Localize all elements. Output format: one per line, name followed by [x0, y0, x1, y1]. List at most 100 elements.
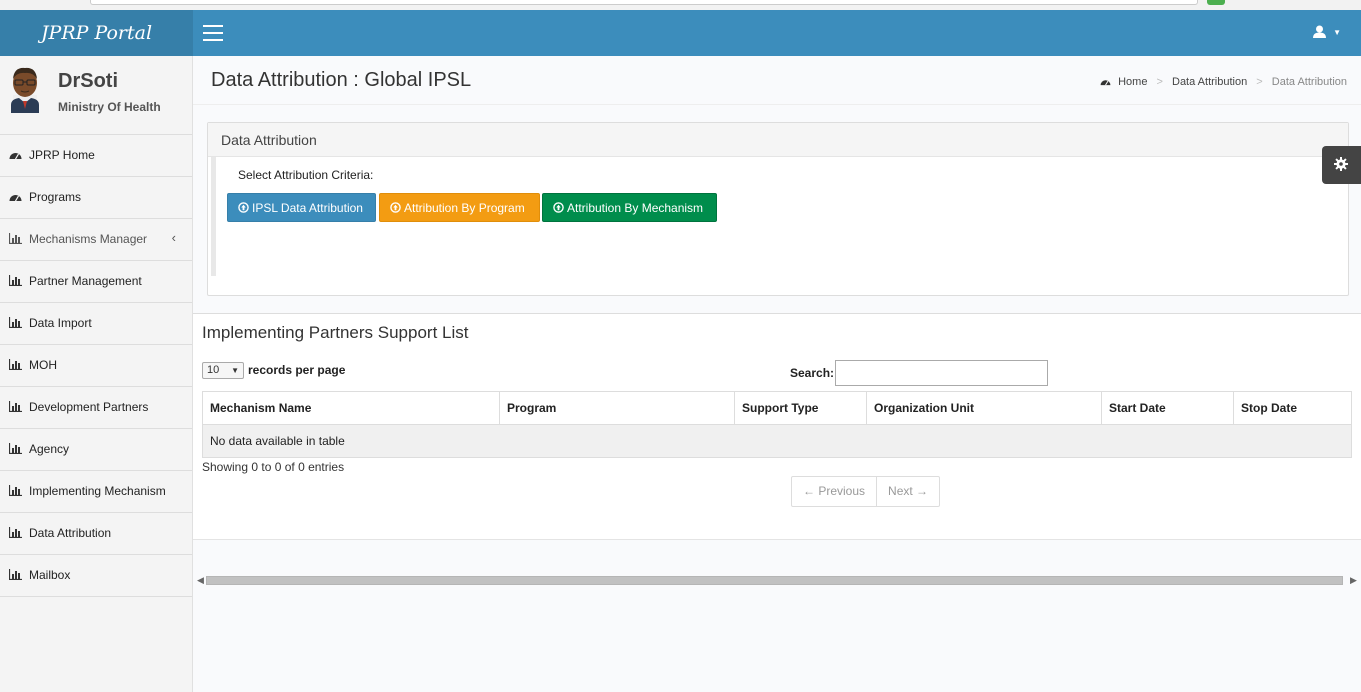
ipsl-data-attribution-button[interactable]: IPSL Data Attribution — [227, 193, 376, 222]
sidebar: DrSoti Ministry Of Health JPRP Home Prog… — [0, 56, 193, 692]
user-panel: DrSoti Ministry Of Health — [0, 56, 192, 135]
column-header-start-date[interactable]: Start Date — [1101, 391, 1234, 425]
sidebar-item-label: Data Attribution — [29, 526, 112, 540]
breadcrumb: Home > Data Attribution > Data Attributi… — [1100, 76, 1347, 88]
search-input[interactable] — [835, 360, 1048, 386]
sidebar-item-mailbox[interactable]: Mailbox — [0, 555, 192, 597]
top-navbar: ▼ — [193, 10, 1361, 56]
scroll-right-icon[interactable]: ▶ — [1350, 575, 1357, 586]
sidebar-item-mechanisms-manager[interactable]: Mechanisms Manager ‹ — [0, 219, 192, 261]
caret-down-icon: ▼ — [1333, 28, 1341, 37]
horizontal-scrollbar[interactable]: ◀ ▶ — [193, 572, 1361, 589]
sidebar-item-moh[interactable]: MOH — [0, 345, 192, 387]
box-header: Data Attribution — [208, 123, 1348, 157]
user-name: DrSoti — [58, 70, 118, 92]
bar-chart-icon — [9, 527, 22, 538]
chevron-left-icon[interactable]: ‹ — [172, 230, 176, 245]
user-menu-button[interactable]: ▼ — [1313, 23, 1341, 39]
scroll-left-icon[interactable]: ◀ — [197, 575, 204, 586]
app-logo[interactable]: JPRP Portal — [0, 10, 193, 56]
page-length-label: records per page — [248, 363, 346, 377]
content-header: Data Attribution : Global IPSL Home > Da… — [193, 56, 1361, 105]
button-label: IPSL Data Attribution — [252, 201, 363, 215]
sidebar-item-label: Partner Management — [29, 274, 142, 288]
settings-gear-button[interactable] — [1322, 146, 1361, 184]
bar-chart-icon — [9, 359, 22, 370]
section-title: Implementing Partners Support List — [202, 323, 469, 342]
extension-icon[interactable] — [1207, 0, 1225, 5]
address-bar[interactable] — [90, 0, 1198, 5]
attribution-box: Data Attribution Select Attribution Crit… — [207, 122, 1349, 296]
arrow-circle-up-icon — [390, 202, 401, 213]
button-label: Attribution By Program — [404, 201, 525, 215]
button-label: Attribution By Mechanism — [567, 201, 704, 215]
next-page-button[interactable]: Next → — [876, 477, 939, 506]
sidebar-item-implementing-mechanism[interactable]: Implementing Mechanism — [0, 471, 192, 513]
sidebar-menu: JPRP Home Programs Mechanisms Manager ‹ … — [0, 135, 192, 597]
dropdown-arrow-icon: ▼ — [231, 366, 239, 375]
bar-chart-icon — [9, 443, 22, 454]
user-icon — [1313, 25, 1327, 39]
sidebar-item-label: Agency — [29, 442, 70, 456]
bar-chart-icon — [9, 401, 22, 412]
table-row: No data available in table — [202, 424, 1352, 458]
breadcrumb-separator: > — [1256, 76, 1263, 88]
support-table: Mechanism Name Program Support Type Orga… — [202, 391, 1352, 458]
avatar — [11, 67, 39, 113]
sidebar-item-label: Mailbox — [29, 568, 71, 582]
sidebar-item-label: Mechanisms Manager — [29, 232, 148, 246]
sidebar-item-label: Programs — [29, 190, 82, 204]
sidebar-item-data-import[interactable]: Data Import — [0, 303, 192, 345]
breadcrumb-current: Data Attribution — [1271, 76, 1347, 88]
sidebar-item-agency[interactable]: Agency — [0, 429, 192, 471]
criteria-label: Select Attribution Criteria: — [238, 168, 374, 182]
empty-table-message: No data available in table — [202, 424, 1352, 458]
bar-chart-icon — [9, 233, 22, 244]
sidebar-toggle-icon[interactable] — [203, 25, 223, 41]
gear-icon — [1334, 157, 1348, 171]
content-wrapper: Data Attribution : Global IPSL Home > Da… — [193, 56, 1361, 692]
attribution-by-program-button[interactable]: Attribution By Program — [379, 193, 540, 222]
bar-chart-icon — [9, 485, 22, 496]
search-label: Search: — [790, 366, 835, 380]
box-title: Data Attribution — [221, 132, 317, 148]
page-title: Data Attribution : Global IPSL — [211, 69, 472, 91]
breadcrumb-home-link[interactable]: Home — [1118, 76, 1147, 88]
dashboard-icon — [9, 153, 22, 160]
sidebar-item-label: Development Partners — [29, 400, 149, 414]
arrow-circle-up-icon — [553, 202, 564, 213]
page-length-select[interactable]: 10 ▼ — [202, 362, 244, 379]
column-header-mechanism-name[interactable]: Mechanism Name — [202, 391, 500, 425]
table-header-row: Mechanism Name Program Support Type Orga… — [202, 391, 1352, 425]
previous-page-button[interactable]: ← Previous — [792, 477, 876, 506]
column-header-organization-unit[interactable]: Organization Unit — [866, 391, 1102, 425]
sidebar-item-data-attribution[interactable]: Data Attribution — [0, 513, 192, 555]
bar-chart-icon — [9, 275, 22, 286]
arrow-circle-up-icon — [238, 202, 249, 213]
support-list-panel: Implementing Partners Support List 10 ▼ … — [193, 313, 1361, 540]
sidebar-item-label: Implementing Mechanism — [29, 484, 166, 498]
dashboard-icon — [9, 195, 22, 202]
user-organization: Ministry Of Health — [58, 100, 161, 114]
box-body: Select Attribution Criteria: IPSL Data A… — [211, 157, 1351, 276]
sidebar-item-label: MOH — [29, 358, 57, 372]
breadcrumb-section-link[interactable]: Data Attribution — [1172, 76, 1247, 88]
sidebar-item-development-partners[interactable]: Development Partners — [0, 387, 192, 429]
scrollbar-thumb[interactable] — [206, 576, 1343, 585]
sidebar-item-programs[interactable]: Programs — [0, 177, 192, 219]
breadcrumb-separator: > — [1156, 76, 1163, 88]
main-header: JPRP Portal ▼ — [0, 10, 1361, 56]
table-info: Showing 0 to 0 of 0 entries — [202, 460, 345, 474]
attribution-by-mechanism-button[interactable]: Attribution By Mechanism — [542, 193, 717, 222]
dashboard-icon — [1100, 80, 1111, 86]
column-header-program[interactable]: Program — [499, 391, 735, 425]
sidebar-item-partner-management[interactable]: Partner Management — [0, 261, 192, 303]
sidebar-item-label: JPRP Home — [29, 148, 95, 162]
column-header-stop-date[interactable]: Stop Date — [1233, 391, 1352, 425]
pagination: ← Previous Next → — [791, 476, 941, 507]
bar-chart-icon — [9, 317, 22, 328]
sidebar-item-jprp-home[interactable]: JPRP Home — [0, 135, 192, 177]
column-header-support-type[interactable]: Support Type — [734, 391, 867, 425]
sidebar-item-label: Data Import — [29, 316, 92, 330]
page-length-value: 10 — [207, 364, 220, 376]
